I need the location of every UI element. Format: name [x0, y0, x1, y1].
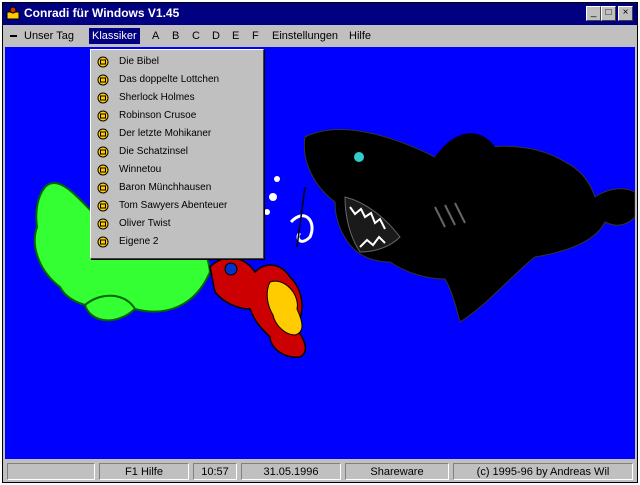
dropdown-item-label: Die Bibel [119, 56, 160, 67]
menu-hilfe[interactable]: Hilfe [346, 28, 374, 44]
dropdown-item-das-doppelte-lottchen[interactable]: Das doppelte Lottchen [93, 71, 261, 89]
dropdown-item-label: Sherlock Holmes [119, 92, 195, 103]
dropdown-item-die-bibel[interactable]: Die Bibel [93, 53, 261, 71]
menu-f[interactable]: F [249, 28, 262, 44]
dropdown-item-label: Oliver Twist [119, 218, 171, 229]
book-coin-icon [97, 182, 109, 194]
dropdown-item-label: Winnetou [119, 164, 162, 175]
menu-einstellungen[interactable]: Einstellungen [269, 28, 341, 44]
system-menu-icon[interactable] [7, 28, 21, 44]
menu-a[interactable]: A [149, 28, 162, 44]
close-button[interactable]: × [618, 6, 633, 21]
dropdown-item-tom-sawyers-abenteuer[interactable]: Tom Sawyers Abenteuer [93, 197, 261, 215]
book-coin-icon [97, 128, 109, 140]
menu-unser-tag[interactable]: Unser Tag [21, 28, 77, 44]
menu-d[interactable]: D [209, 28, 223, 44]
menu-b[interactable]: B [169, 28, 182, 44]
dropdown-item-robinson-crusoe[interactable]: Robinson Crusoe [93, 107, 261, 125]
window-title: Conradi für Windows V1.45 [24, 6, 180, 20]
dropdown-item-baron-muenchhausen[interactable]: Baron Münchhausen [93, 179, 261, 197]
dropdown-item-die-schatzinsel[interactable]: Die Schatzinsel [93, 143, 261, 161]
dropdown-item-label: Tom Sawyers Abenteuer [119, 200, 228, 211]
book-coin-icon [97, 218, 109, 230]
menu-c[interactable]: C [189, 28, 203, 44]
dropdown-item-der-letzte-mohikaner[interactable]: Der letzte Mohikaner [93, 125, 261, 143]
book-coin-icon [97, 236, 109, 248]
app-icon[interactable] [6, 6, 20, 20]
system-menu-dash-icon [10, 35, 17, 37]
book-coin-icon [97, 110, 109, 122]
dropdown-item-label: Die Schatzinsel [119, 146, 188, 157]
dropdown-item-sherlock-holmes[interactable]: Sherlock Holmes [93, 89, 261, 107]
book-coin-icon [97, 56, 109, 68]
dropdown-item-eigene-2[interactable]: Eigene 2 [93, 233, 261, 251]
status-empty-cell [7, 463, 95, 480]
dropdown-item-winnetou[interactable]: Winnetou [93, 161, 261, 179]
title-bar[interactable]: Conradi für Windows V1.45 _ □ × [3, 3, 637, 25]
status-date: 31.05.1996 [241, 463, 341, 480]
dropdown-item-label: Der letzte Mohikaner [119, 128, 212, 139]
dropdown-item-label: Baron Münchhausen [119, 182, 212, 193]
book-coin-icon [97, 92, 109, 104]
shark-illustration [303, 129, 635, 323]
status-license: Shareware [345, 463, 449, 480]
book-coin-icon [97, 164, 109, 176]
status-time: 10:57 [193, 463, 237, 480]
menu-e[interactable]: E [229, 28, 242, 44]
status-bar: F1 Hilfe 10:57 31.05.1996 Shareware (c) … [3, 461, 637, 482]
maximize-button[interactable]: □ [601, 6, 616, 21]
dropdown-item-label: Das doppelte Lottchen [119, 74, 220, 85]
app-window: Conradi für Windows V1.45 _ □ × Unser Ta… [2, 2, 638, 483]
klassiker-dropdown-menu: Die Bibel Das doppelte Lottchen Sherlock… [90, 49, 264, 259]
dropdown-item-label: Robinson Crusoe [119, 110, 197, 121]
status-help[interactable]: F1 Hilfe [99, 463, 189, 480]
dropdown-item-label: Eigene 2 [119, 236, 159, 247]
menu-klassiker[interactable]: Klassiker [89, 28, 140, 44]
book-coin-icon [97, 146, 109, 158]
minimize-button[interactable]: _ [586, 6, 601, 21]
status-copyright: (c) 1995-96 by Andreas Wil [453, 463, 633, 480]
dropdown-item-oliver-twist[interactable]: Oliver Twist [93, 215, 261, 233]
book-coin-icon [97, 74, 109, 86]
book-coin-icon [97, 200, 109, 212]
menu-bar: Unser Tag Klassiker A B C D E F Einstell… [3, 26, 637, 46]
